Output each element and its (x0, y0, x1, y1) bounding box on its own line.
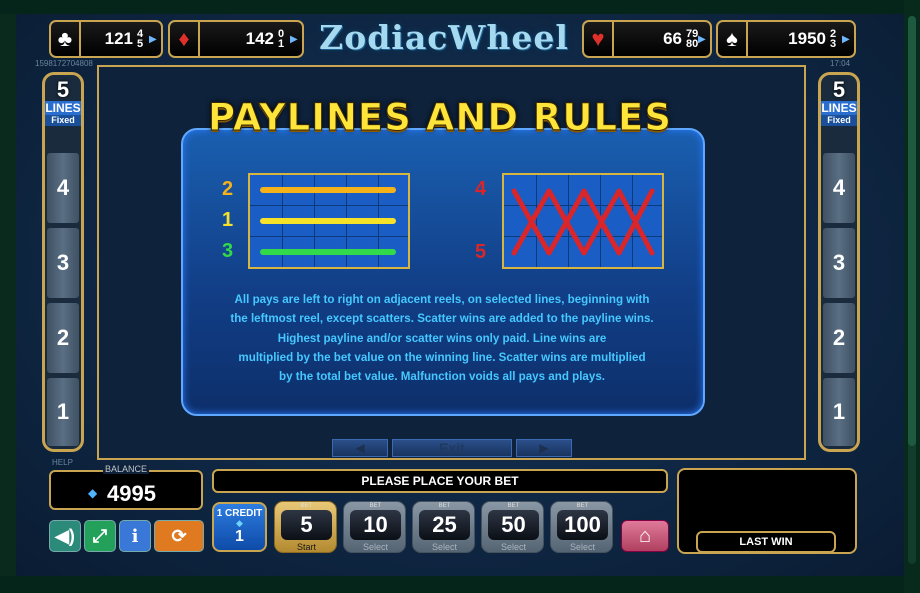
game-logo: ZodiacWheel (319, 18, 569, 57)
diamond-icon: ◆ (236, 518, 243, 528)
jackpot-spades: ♠ 1950 23 ▶ (716, 20, 856, 58)
line-marker-2: 2 (47, 303, 79, 373)
jackpot-roll-digits: 79 80 (686, 28, 699, 50)
sound-icon: ◀) (55, 525, 75, 546)
line-marker-4: 4 (823, 153, 855, 223)
session-id: 1598172704808 (35, 59, 93, 68)
top-frame (0, 0, 920, 14)
jackpot-roll-digits: 45 (137, 28, 144, 50)
line-marker-3: 3 (47, 228, 79, 298)
payline-label-5: 5 (475, 241, 487, 263)
payline-zigzag (511, 188, 655, 256)
lines-indicator: 5 LINES Fixed (45, 77, 81, 126)
status-message: PLEASE PLACE YOUR BET (212, 469, 668, 493)
payline-1 (260, 218, 396, 224)
line-marker-4: 4 (47, 153, 79, 223)
fullscreen-icon: ⤢ (92, 525, 108, 546)
bet-button-50[interactable]: BET 50 Select (481, 501, 544, 553)
jackpot-value: 66 (663, 29, 682, 48)
home-icon: ⌂ (638, 524, 652, 547)
clock: 17:04 (830, 59, 851, 68)
line-marker-1: 1 (47, 378, 79, 446)
line-marker-3: 3 (823, 228, 855, 298)
arrow-right-icon: ▶ (698, 33, 706, 45)
arrow-right-icon: ▶ (149, 33, 157, 45)
jackpot-value: 121 (104, 29, 133, 48)
bet-button-25[interactable]: BET 25 Select (412, 501, 475, 553)
prev-page-button[interactable]: ◀ (332, 439, 388, 457)
line-marker-1: 1 (823, 378, 855, 446)
payline-label-4: 4 (475, 178, 487, 200)
clubs-icon: ♣ (51, 22, 81, 56)
bet-button-5[interactable]: BET 5 Start (274, 501, 337, 553)
balance-value: 4995 (107, 481, 156, 506)
left-lines-column: 5 LINES Fixed 4 3 2 1 (42, 72, 84, 452)
diamond-icon: ◆ (88, 486, 98, 500)
spades-icon: ♠ (718, 22, 748, 56)
home-button[interactable]: ⌂ (621, 520, 669, 552)
payline-grid-left (248, 173, 410, 269)
autoplay-button[interactable]: ⟳ (154, 520, 204, 552)
credit-button[interactable]: 1 CREDIT ◆ 1 (212, 502, 267, 552)
scrollbar-thumb[interactable] (908, 16, 916, 446)
hearts-icon: ♥ (584, 22, 614, 56)
arrow-right-icon: ▶ (290, 33, 298, 45)
info-button[interactable]: i (119, 520, 151, 552)
jackpot-roll-digits: 23 (830, 28, 837, 50)
jackpot-roll-digits: 01 (278, 28, 285, 50)
jackpot-value: 142 (245, 29, 274, 48)
exit-button[interactable]: Exit (392, 439, 512, 457)
payline-label-3: 3 (222, 240, 234, 262)
jackpot-diamonds: ♦ 142 01 ▶ (168, 20, 304, 58)
fullscreen-button[interactable]: ⤢ (84, 520, 116, 552)
payline-label-1: 1 (222, 209, 234, 231)
bottom-frame (0, 576, 920, 593)
payline-grid-right (502, 173, 664, 269)
page-title: PAYLINES AND RULES (208, 96, 672, 140)
payline-3 (260, 249, 396, 255)
payline-2 (260, 187, 396, 193)
lines-indicator: 5 LINES Fixed (821, 77, 857, 126)
jackpot-value: 1950 (788, 29, 826, 48)
last-win-label: LAST WIN (696, 531, 836, 553)
autoplay-icon: ⟳ (171, 525, 187, 546)
line-marker-2: 2 (823, 303, 855, 373)
bet-button-10[interactable]: BET 10 Select (343, 501, 406, 553)
diamonds-icon: ♦ (170, 22, 200, 56)
jackpot-hearts: ♥ 66 79 80 ▶ (582, 20, 712, 58)
arrow-right-icon: ▶ (842, 33, 850, 45)
info-icon: i (131, 525, 139, 547)
game-screen: ♣ 121 45 ▶ ♦ 142 01 ▶ ♥ 66 79 80 ▶ ♠ 1950… (0, 0, 920, 593)
next-page-button[interactable]: ▶ (516, 439, 572, 457)
rules-text: All pays are left to right on adjacent r… (230, 293, 654, 384)
sound-button[interactable]: ◀) (49, 520, 81, 552)
payline-label-2: 2 (222, 178, 234, 200)
right-lines-column: 5 LINES Fixed 4 3 2 1 (818, 72, 860, 452)
help-label[interactable]: HELP (52, 458, 73, 467)
bet-button-100[interactable]: BET 100 Select (550, 501, 613, 553)
balance-label: BALANCE (103, 464, 150, 474)
jackpot-clubs: ♣ 121 45 ▶ (49, 20, 163, 58)
